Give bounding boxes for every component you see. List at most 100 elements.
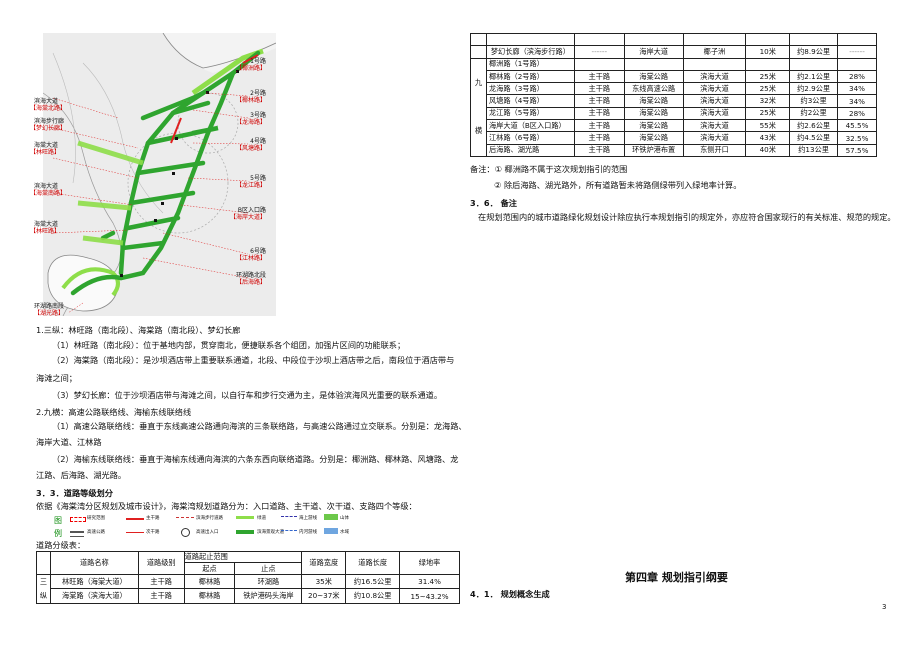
cell-width: 35米 xyxy=(301,573,347,590)
note-1: 备注：① 椰洲路不属于这次规划指引的范围 xyxy=(470,164,628,174)
cell-end: 环湖路 xyxy=(234,573,303,590)
mountain-swatch xyxy=(324,514,338,520)
legend-item-main-road: 主干路 xyxy=(146,516,160,521)
legend-item-boulevard: 滨海景观大道 xyxy=(257,530,284,535)
chapter-title: 第四章 规划指引纲要 xyxy=(625,571,728,584)
cell-road-name: 江林路（6号路） xyxy=(485,131,575,145)
section-3-6-text: 在规划范围内的城市道路绿化规划设计除应执行本规划指引的规定外，亦应符合国家现行的… xyxy=(478,212,896,222)
para-expressway-1: （1）高速公路联络线：垂直于东线高速公路通向海滨的三条联络路，与高速公路通过立交… xyxy=(52,421,467,431)
study-area-swatch xyxy=(70,517,86,522)
map-label-lake-north: 环湖路北段 【后海路】 xyxy=(235,272,266,286)
table-row: 后海路、湖光路 主干路 环铁炉港布置 东侧开口 40米 约13公里 57.5% xyxy=(471,143,877,157)
legend-item-study-area: 研究范围 xyxy=(87,516,105,521)
cell-road-name: 椰林路（2号路） xyxy=(485,69,575,84)
secondary-road-swatch xyxy=(126,532,144,533)
map-label-road6: 6号路 【江林路】 xyxy=(235,248,266,262)
table-top-empty-row xyxy=(470,32,877,47)
cell-green-rate: ------ xyxy=(837,45,877,59)
river-route-swatch xyxy=(281,530,297,534)
table-row: 九横 椰洲路（1号路） xyxy=(470,57,877,157)
table-row: 龙江路（5号路） 主干路 海棠公路 滨海大道 25米 约2公里 28% xyxy=(471,106,877,121)
cell-grade: 主干路 xyxy=(137,588,185,604)
map-label-road5: 5号路 【龙江路】 xyxy=(235,175,266,189)
note-2: ② 除后海路、湖光路外，所有道路暂未将路侧绿带列入绿地率计算。 xyxy=(494,180,742,190)
cell-green-rate: 15~43.2% xyxy=(399,588,460,604)
cell-width: 20~37米 xyxy=(301,588,347,604)
head-grade: 道路级别 xyxy=(137,551,185,575)
road-grade-table: 道路名称 道路级别 道路起止范围 道路宽度 道路长度 绿地率 起点 止点 三纵 … xyxy=(36,550,460,604)
section-3-3-heading: 3．3．道路等级划分 xyxy=(36,488,113,498)
water-swatch xyxy=(324,528,338,534)
page-number: 3 xyxy=(882,603,887,611)
walkway-swatch xyxy=(176,517,194,521)
map-label-road4: 4号路 【风塘路】 xyxy=(235,138,266,152)
cell-end: 铁炉港码头海岸 xyxy=(234,588,303,604)
cell-road-name: 林旺路（海棠大道） xyxy=(49,573,139,590)
group-cell-vertical: 三纵 xyxy=(36,573,51,604)
cell-width: 10米 xyxy=(745,45,791,59)
sea-route-swatch xyxy=(281,516,297,520)
cell-road-name: 后海路、湖光路 xyxy=(485,143,575,157)
map-label-lake-south: 环湖路南段 【湖光路】 xyxy=(34,303,65,317)
cell-road-name: 椰洲路（1号路） xyxy=(485,57,575,71)
table-caption: 道路分级表： xyxy=(36,540,86,550)
corner-cell xyxy=(36,551,51,575)
legend-label-tu: 图 xyxy=(54,516,62,525)
para-three-vertical: 1.三纵：林旺路（南北段）、海棠路（南北段）、梦幻长廊 xyxy=(36,325,241,335)
table-header-row: 道路名称 道路级别 道路起止范围 道路宽度 道路长度 绿地率 xyxy=(36,550,460,575)
cell-green-rate: 31.4% xyxy=(399,573,460,590)
head-length: 道路长度 xyxy=(345,551,401,575)
para-linwang: （1）林旺路（南北段）：位于基地内部，贯穿南北，便捷联系各个组团，加强片区间的功… xyxy=(52,340,406,350)
cell-road-name: 海棠路（滨海大道） xyxy=(49,588,139,604)
main-road-swatch xyxy=(126,518,144,520)
cell-road-name: 龙海路（3号路） xyxy=(485,82,575,96)
map-label-road1: 1号路 【椰洲路】 xyxy=(235,58,266,72)
map-label-binhai-s: 滨海大道 【海棠南路】 xyxy=(30,183,67,197)
group-cell-horizontal: 九横 xyxy=(470,57,487,157)
road-table-continued: 梦幻长廊（滨海步行路） ------ 海岸大道 椰子洲 10米 约8.9公里 -… xyxy=(470,32,877,157)
legend-item-river-route: 内河游线 xyxy=(299,530,317,535)
table-row: 海棠路（滨海大道） 主干路 椰林路 铁炉港码头海岸 20~37米 约10.8公里… xyxy=(37,588,460,604)
legend-item-sea-route: 海上游线 xyxy=(299,516,317,521)
para-haitang-2: 海滩之间； xyxy=(36,373,77,383)
table-row: 椰林路（2号路） 主干路 海棠公路 滨海大道 25米 约2.1公里 28% xyxy=(471,69,877,84)
map-label-haitang-n: 海棠大道 【林旺路】 xyxy=(30,142,61,156)
para-haitang-1: （2）海棠路（南北段）：是沙坝酒店带上重要联系通道，北段、中段位于沙坝上酒店带之… xyxy=(52,355,455,365)
cell-start: 椰林路 xyxy=(183,573,236,590)
cell-road-name: 梦幻长廊（滨海步行路） xyxy=(485,45,575,59)
para-haiyu-1: （2）海榆东线联络线：垂直于海榆东线通向海滨的六条东西向联络道路。分别是：椰洲路… xyxy=(52,454,459,464)
cell-length: 约16.5公里 xyxy=(345,573,401,590)
para-nine-horizontal: 2.九横：高速公路联络线、海榆东线联络线 xyxy=(36,407,192,417)
boulevard-swatch xyxy=(236,530,254,534)
cell-grade: 主干路 xyxy=(137,573,185,590)
head-green-rate: 绿地率 xyxy=(399,551,460,575)
table-row: 海岸大道（B区入口路） 主干路 海棠公路 滨海大道 55米 约2.6公里 45.5% xyxy=(471,119,877,133)
legend-item-expressway: 高速公路 xyxy=(87,530,105,535)
cell-length: 约10.8公里 xyxy=(345,588,401,604)
cell-start: 海岸大道 xyxy=(623,45,684,59)
section-4-1-heading: 4．1． 规划概念生成 xyxy=(470,589,550,599)
table-row: 三纵 林旺路（海棠大道） 主干路 椰林路 环湖路 35米 约16.5公里 31.… xyxy=(36,573,460,604)
table-row: 风塘路（4号路） 主干路 海棠公路 滨海大道 32米 约3公里 34% xyxy=(471,94,877,108)
section-3-3-text: 依据《海棠湾分区规划及城市设计》，海棠湾规划道路分为：入口道路、主干道、次干道、… xyxy=(36,501,417,511)
map-label-haitang-s: 海棠大道 【林旺路】 xyxy=(30,221,61,235)
legend-item-greenway: 绿道 xyxy=(257,516,266,521)
head-name: 道路名称 xyxy=(49,551,139,575)
map-label-entrance: B区入口路 【海岸大道】 xyxy=(229,207,266,221)
interchange-icon xyxy=(181,528,190,537)
cell-end: 椰子洲 xyxy=(682,45,747,59)
cell-road-name: 龙江路（5号路） xyxy=(485,106,575,121)
expressway-swatch xyxy=(70,531,84,537)
legend-item-water: 水域 xyxy=(340,530,349,535)
legend-item-interchange: 高速出入口 xyxy=(196,530,219,535)
greenway-swatch xyxy=(236,516,254,519)
head-start: 起点 xyxy=(183,562,236,575)
legend: 图 例 研究范围 主干路 滨海步行道路 绿道 海上游线 山体 高速公路 次干路 … xyxy=(36,512,360,540)
legend-item-mountain: 山体 xyxy=(340,516,349,521)
para-haiyu-2: 江路、后海路、湖光路。 xyxy=(36,470,127,480)
legend-item-secondary-road: 次干路 xyxy=(146,530,160,535)
section-3-6-heading: 3．6． 备注 xyxy=(470,198,517,208)
group-cell-blank xyxy=(470,45,487,59)
para-dream-corridor: （3）梦幻长廊：位于沙坝酒店带与海滩之间，以自行车和步行交通为主，是体验滨海风光… xyxy=(52,390,443,400)
map-label-road2: 2号路 【椰林路】 xyxy=(235,90,266,104)
